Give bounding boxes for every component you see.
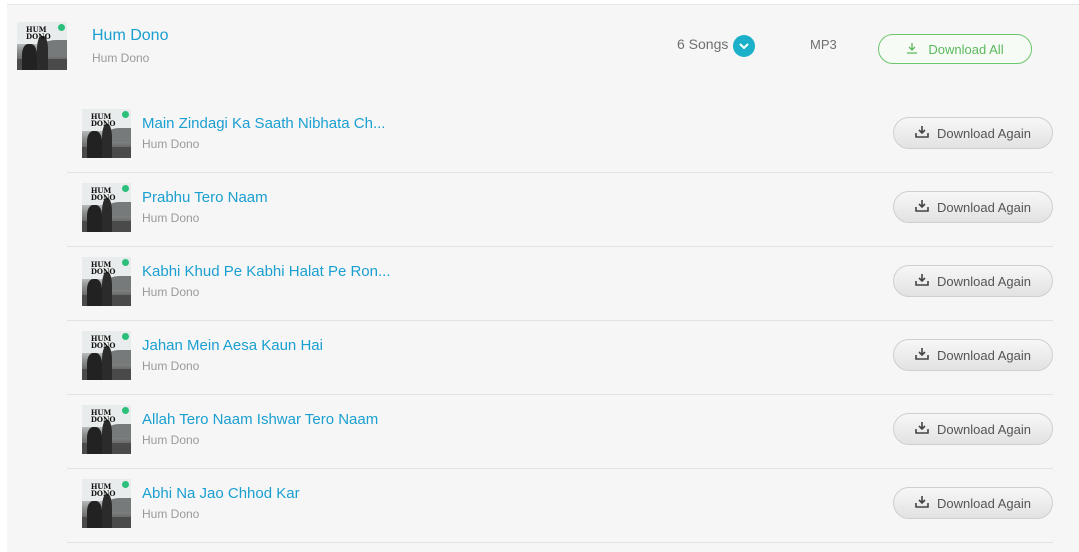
download-again-button[interactable]: Download Again (893, 117, 1053, 149)
download-again-button[interactable]: Download Again (893, 487, 1053, 519)
download-tray-icon (915, 273, 929, 289)
song-album: Hum Dono (142, 433, 200, 447)
download-all-button[interactable]: Download All (878, 34, 1032, 64)
song-row: HUM DONO Jahan Mein Aesa Kaun Hai Hum Don… (67, 320, 1053, 395)
download-tray-icon (915, 421, 929, 437)
album-title[interactable]: Hum Dono (92, 27, 168, 45)
song-row: HUM DONO Main Zindagi Ka Saath Nibhata Ch… (67, 98, 1053, 173)
song-title[interactable]: Kabhi Khud Pe Kabhi Halat Pe Ron... (142, 263, 391, 280)
download-tray-icon (915, 125, 929, 141)
download-again-label: Download Again (937, 421, 1031, 437)
download-again-label: Download Again (937, 347, 1031, 363)
download-icon (906, 42, 918, 57)
download-tray-icon (915, 495, 929, 511)
download-again-label: Download Again (937, 273, 1031, 289)
song-title[interactable]: Abhi Na Jao Chhod Kar (142, 485, 300, 502)
song-album: Hum Dono (142, 507, 200, 521)
download-tray-icon (915, 347, 929, 363)
song-art[interactable]: HUM DONO (82, 183, 131, 232)
song-row: HUM DONO Prabhu Tero Naam Hum Dono Downlo… (67, 172, 1053, 247)
song-art[interactable]: HUM DONO (82, 331, 131, 380)
song-row: HUM DONO Kabhi Khud Pe Kabhi Halat Pe Ron… (67, 246, 1053, 321)
download-again-button[interactable]: Download Again (893, 191, 1053, 223)
song-title[interactable]: Main Zindagi Ka Saath Nibhata Ch... (142, 115, 385, 132)
song-row: HUM DONO Allah Tero Naam Ishwar Tero Naam… (67, 394, 1053, 469)
song-title[interactable]: Allah Tero Naam Ishwar Tero Naam (142, 411, 378, 428)
download-again-label: Download Again (937, 495, 1031, 511)
song-album: Hum Dono (142, 211, 200, 225)
download-again-button[interactable]: Download Again (893, 265, 1053, 297)
song-title[interactable]: Prabhu Tero Naam (142, 189, 268, 206)
download-again-button[interactable]: Download Again (893, 413, 1053, 445)
chevron-down-icon[interactable] (733, 35, 755, 57)
song-album: Hum Dono (142, 285, 200, 299)
song-row: HUM DONO Abhi Na Jao Chhod Kar Hum Dono D… (67, 468, 1053, 543)
song-album: Hum Dono (142, 137, 200, 151)
download-tray-icon (915, 199, 929, 215)
download-again-label: Download Again (937, 199, 1031, 215)
songs-count: 6 Songs (677, 36, 729, 52)
song-art[interactable]: HUM DONO (82, 405, 131, 454)
format-label: MP3 (810, 37, 837, 52)
download-again-button[interactable]: Download Again (893, 339, 1053, 371)
download-again-label: Download Again (937, 125, 1031, 141)
download-all-label: Download All (928, 41, 1004, 57)
song-album: Hum Dono (142, 359, 200, 373)
album-art[interactable]: HUM DONO (17, 22, 67, 70)
song-art[interactable]: HUM DONO (82, 109, 131, 158)
album-subtitle: Hum Dono (92, 51, 150, 65)
song-art[interactable]: HUM DONO (82, 257, 131, 306)
album-header: HUM DONO Hum Dono Hum Dono 6 Songs MP3 Do… (7, 5, 1079, 95)
song-art[interactable]: HUM DONO (82, 479, 131, 528)
song-title[interactable]: Jahan Mein Aesa Kaun Hai (142, 337, 323, 354)
